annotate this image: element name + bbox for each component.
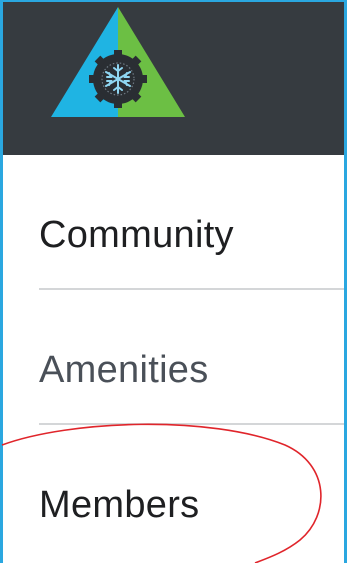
nav-item-community[interactable]: Community	[39, 155, 344, 290]
nav-item-amenities[interactable]: Amenities	[39, 290, 344, 425]
snowflake-triangle-logo[interactable]	[51, 7, 185, 117]
nav-item-members[interactable]: Members	[39, 425, 344, 560]
nav-item-label: Members	[39, 484, 200, 526]
mobile-nav-panel: Community Amenities Members	[0, 0, 347, 563]
nav-item-label: Amenities	[39, 349, 209, 391]
app-header	[3, 2, 344, 155]
main-nav: Community Amenities Members	[39, 155, 344, 560]
nav-item-label: Community	[39, 214, 234, 256]
